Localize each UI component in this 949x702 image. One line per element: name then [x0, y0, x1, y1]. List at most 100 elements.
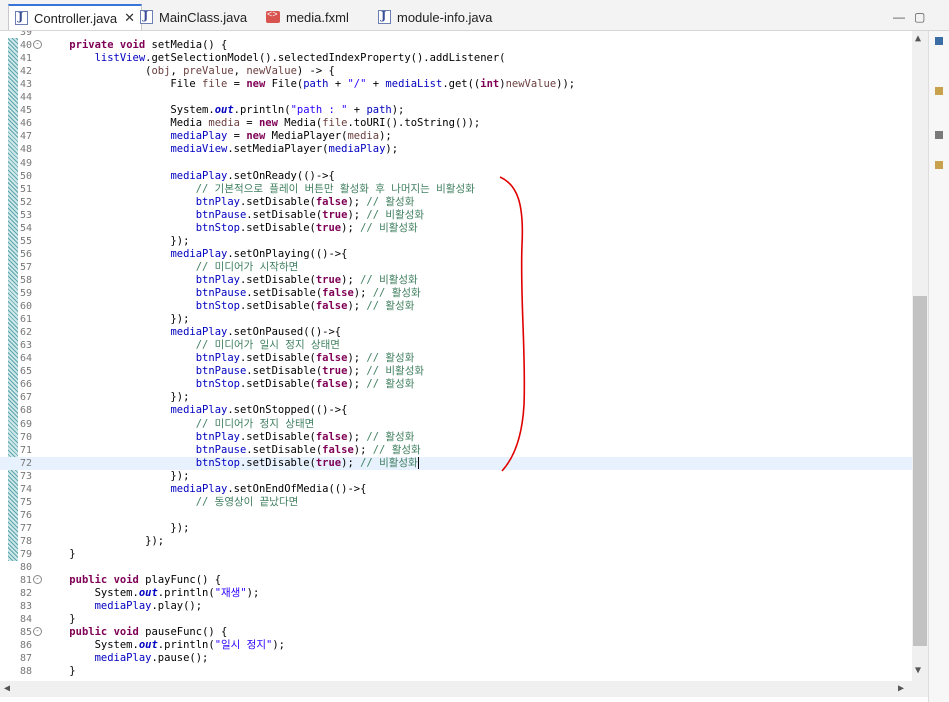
code-text[interactable]: public void pauseFunc() { [44, 626, 227, 639]
code-line[interactable]: 46 Media media = new Media(file.toURI().… [0, 117, 912, 130]
code-line[interactable]: 83 mediaPlay.play(); [0, 600, 912, 613]
code-line[interactable]: 77 }); [0, 522, 912, 535]
code-line[interactable]: 74 mediaPlay.setOnEndOfMedia(()->{ [0, 483, 912, 496]
code-text[interactable]: // 기본적으로 플레이 버튼만 활성화 후 나머지는 비활성화 [44, 183, 475, 196]
code-text[interactable]: }); [44, 470, 189, 483]
code-text[interactable]: } [44, 548, 75, 561]
code-line[interactable]: 44 [0, 91, 912, 104]
code-line[interactable]: 78 }); [0, 535, 912, 548]
outline-icon[interactable] [935, 37, 943, 45]
code-line[interactable]: 39 [0, 31, 912, 39]
warning-icon[interactable] [935, 161, 943, 169]
code-line[interactable]: 49 [0, 157, 912, 170]
code-line[interactable]: 79 } [0, 548, 912, 561]
code-text[interactable]: btnStop.setDisable(false); // 활성화 [44, 378, 415, 391]
code-text[interactable]: mediaPlay.setOnEndOfMedia(()->{ [44, 483, 366, 496]
code-line[interactable]: 70 btnPlay.setDisable(false); // 활성화 [0, 431, 912, 444]
code-line[interactable]: 52 btnPlay.setDisable(false); // 활성화 [0, 196, 912, 209]
code-text[interactable]: }); [44, 522, 189, 535]
code-line[interactable]: 53 btnPause.setDisable(true); // 비활성화 [0, 209, 912, 222]
vertical-scrollbar[interactable]: ▲ ▼ [912, 31, 928, 681]
code-line[interactable]: 48 mediaView.setMediaPlayer(mediaPlay); [0, 143, 912, 156]
code-line[interactable]: 43 File file = new File(path + "/" + med… [0, 78, 912, 91]
code-text[interactable]: listView.getSelectionModel().selectedInd… [44, 52, 506, 65]
code-text[interactable]: mediaPlay.setOnReady(()->{ [44, 170, 334, 183]
code-text[interactable]: }); [44, 391, 189, 404]
code-text[interactable]: System.out.println("path : " + path); [44, 104, 404, 117]
code-line[interactable]: 62 mediaPlay.setOnPaused(()->{ [0, 326, 912, 339]
code-line[interactable]: 76 [0, 509, 912, 522]
code-text[interactable]: File file = new File(path + "/" + mediaL… [44, 78, 575, 91]
code-line[interactable]: 75 // 동영상이 끝났다면 [0, 496, 912, 509]
close-icon[interactable]: ✕ [124, 10, 135, 26]
code-line[interactable]: 64 btnPlay.setDisable(false); // 활성화 [0, 352, 912, 365]
code-text[interactable]: // 미디어가 정지 상태면 [44, 418, 315, 431]
scroll-right-icon[interactable]: ▶ [898, 683, 904, 694]
code-text[interactable]: btnPause.setDisable(false); // 활성화 [44, 287, 421, 300]
code-text[interactable]: } [44, 613, 75, 626]
code-line[interactable]: 58 btnPlay.setDisable(true); // 비활성화 [0, 274, 912, 287]
code-text[interactable]: btnPause.setDisable(true); // 비활성화 [44, 209, 424, 222]
code-line[interactable]: 60 btnStop.setDisable(false); // 활성화 [0, 300, 912, 313]
code-line[interactable]: 59 btnPause.setDisable(false); // 활성화 [0, 287, 912, 300]
code-editor[interactable]: 39 40- private void setMedia() {41 listVi… [0, 31, 912, 681]
code-line[interactable]: 56 mediaPlay.setOnPlaying(()->{ [0, 248, 912, 261]
code-text[interactable]: // 미디어가 시작하면 [44, 261, 299, 274]
code-line[interactable]: 63 // 미디어가 일시 정지 상태면 [0, 339, 912, 352]
code-text[interactable]: mediaPlay.setOnPaused(()->{ [44, 326, 341, 339]
code-text[interactable]: // 동영상이 끝났다면 [44, 496, 299, 509]
code-line[interactable]: 71 btnPause.setDisable(false); // 활성화 [0, 444, 912, 457]
tab-media-fxml[interactable]: media.fxml [266, 6, 349, 28]
code-line[interactable]: 81- public void playFunc() { [0, 574, 912, 587]
code-text[interactable]: mediaPlay.setOnPlaying(()->{ [44, 248, 347, 261]
code-line[interactable]: 42 (obj, preValue, newValue) -> { [0, 65, 912, 78]
minimize-button[interactable]: — [893, 10, 905, 24]
code-line[interactable]: 69 // 미디어가 정지 상태면 [0, 418, 912, 431]
code-text[interactable]: (obj, preValue, newValue) -> { [44, 65, 335, 78]
bookmark-icon[interactable] [935, 131, 943, 139]
code-text[interactable]: System.out.println("재생"); [44, 587, 260, 600]
code-line[interactable]: 82 System.out.println("재생"); [0, 587, 912, 600]
code-line[interactable]: 73 }); [0, 470, 912, 483]
code-line[interactable]: 54 btnStop.setDisable(true); // 비활성화 [0, 222, 912, 235]
code-text[interactable]: btnPlay.setDisable(false); // 활성화 [44, 431, 415, 444]
task-icon[interactable] [935, 87, 943, 95]
maximize-button[interactable]: ▢ [914, 10, 925, 24]
code-text[interactable]: public void playFunc() { [44, 574, 221, 587]
code-text[interactable]: }); [44, 313, 189, 326]
code-line[interactable]: 51 // 기본적으로 플레이 버튼만 활성화 후 나머지는 비활성화 [0, 183, 912, 196]
code-line[interactable]: 50 mediaPlay.setOnReady(()->{ [0, 170, 912, 183]
code-text[interactable]: private void setMedia() { [44, 39, 227, 52]
code-text[interactable]: mediaPlay = new MediaPlayer(media); [44, 130, 391, 143]
code-text[interactable]: btnPause.setDisable(true); // 비활성화 [44, 365, 424, 378]
code-line[interactable]: 68 mediaPlay.setOnStopped(()->{ [0, 404, 912, 417]
tab-mainclass-java[interactable]: MainClass.java [140, 6, 247, 28]
code-text[interactable]: mediaView.setMediaPlayer(mediaPlay); [44, 143, 398, 156]
code-line[interactable]: 41 listView.getSelectionModel().selected… [0, 52, 912, 65]
code-text[interactable]: // 미디어가 일시 정지 상태면 [44, 339, 340, 352]
code-line[interactable]: 45 System.out.println("path : " + path); [0, 104, 912, 117]
code-line[interactable]: 57 // 미디어가 시작하면 [0, 261, 912, 274]
code-line[interactable]: 61 }); [0, 313, 912, 326]
tab-controller-java[interactable]: Controller.java ✕ [8, 4, 143, 30]
code-line[interactable]: 65 btnPause.setDisable(true); // 비활성화 [0, 365, 912, 378]
code-line[interactable]: 85- public void pauseFunc() { [0, 626, 912, 639]
scroll-down-icon[interactable]: ▼ [915, 665, 921, 676]
code-line[interactable]: 55 }); [0, 235, 912, 248]
fold-collapse-icon[interactable]: - [33, 40, 42, 50]
code-text[interactable]: } [44, 665, 75, 678]
fold-collapse-icon[interactable]: - [33, 627, 42, 637]
code-line[interactable]: 84 } [0, 613, 912, 626]
code-line[interactable]: 86 System.out.println("일시 정지"); [0, 639, 912, 652]
code-text[interactable]: mediaPlay.pause(); [44, 652, 209, 665]
code-line[interactable]: 80 [0, 561, 912, 574]
code-line[interactable]: 72 btnStop.setDisable(true); // 비활성화 [0, 456, 912, 470]
code-text[interactable]: btnStop.setDisable(false); // 활성화 [44, 300, 415, 313]
scroll-left-icon[interactable]: ◀ [4, 683, 10, 694]
code-line[interactable]: 40- private void setMedia() { [0, 39, 912, 52]
horizontal-scrollbar[interactable]: ◀ ▶ [0, 681, 928, 697]
tab-module-info-java[interactable]: module-info.java [378, 6, 492, 28]
code-text[interactable]: Media media = new Media(file.toURI().toS… [44, 117, 480, 130]
code-text[interactable]: System.out.println("일시 정지"); [44, 639, 285, 652]
code-line[interactable]: 88 } [0, 665, 912, 678]
